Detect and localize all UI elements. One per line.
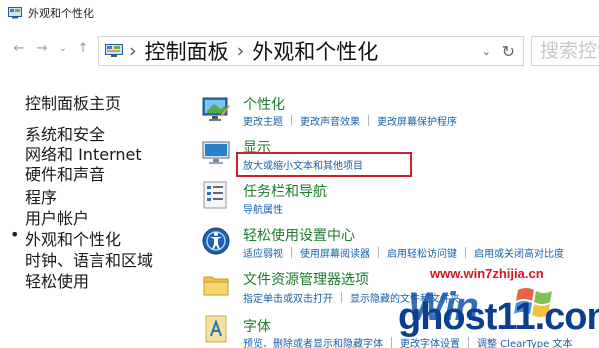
link-change-screensaver[interactable]: 更改屏幕保护程序 xyxy=(377,113,457,128)
control-panel-icon xyxy=(105,44,123,57)
link-single-double-click[interactable]: 指定单击或双击打开 xyxy=(243,290,333,305)
address-dropdown-icon[interactable]: ⌄ xyxy=(482,45,491,58)
taskbar-links: 导航属性 xyxy=(243,201,283,216)
category-title-folder-options[interactable]: 文件资源管理器选项 xyxy=(243,269,369,289)
link-screen-reader[interactable]: 使用屏幕阅读器 xyxy=(300,245,370,260)
address-bar[interactable]: › 控制面板 › 外观和个性化 ⌄ ↻ xyxy=(98,36,524,66)
link-divider xyxy=(465,247,466,258)
breadcrumb-separator: › xyxy=(236,40,245,62)
link-preview-fonts[interactable]: 预览、删除或者显示和隐藏字体 xyxy=(243,335,383,348)
navigation-bar: ← → ⌄ ↑ › 控制面板 › 外观和个性化 ⌄ ↻ 搜索控制面板 xyxy=(0,28,599,72)
category-title-taskbar[interactable]: 任务栏和导航 xyxy=(243,181,327,201)
fonts-icon[interactable] xyxy=(201,314,231,344)
personalization-icon[interactable] xyxy=(201,95,231,125)
breadcrumb-appearance[interactable]: 外观和个性化 xyxy=(252,36,378,66)
breadcrumb-control-panel[interactable]: 控制面板 xyxy=(145,36,229,66)
nav-ease-of-access[interactable]: 轻松使用 xyxy=(25,268,205,292)
taskbar-icon[interactable] xyxy=(201,180,231,210)
link-navigation-properties[interactable]: 导航属性 xyxy=(243,201,283,216)
refresh-icon[interactable]: ↻ xyxy=(502,42,515,61)
link-divider xyxy=(341,292,342,303)
title-bar: 外观和个性化 xyxy=(0,0,599,26)
link-divider xyxy=(378,247,379,258)
personalization-links: 更改主题 更改声音效果 更改屏幕保护程序 xyxy=(243,113,457,128)
link-divider xyxy=(291,247,292,258)
link-high-contrast[interactable]: 启用或关闭高对比度 xyxy=(474,245,564,260)
back-arrow-icon[interactable]: ← xyxy=(12,42,26,56)
ease-of-access-links: 适应弱视 使用屏幕阅读器 启用轻松访问键 启用或关闭高对比度 xyxy=(243,245,564,260)
up-arrow-icon[interactable]: ↑ xyxy=(76,42,90,56)
breadcrumb-separator: › xyxy=(129,40,137,62)
category-title-ease-of-access[interactable]: 轻松使用设置中心 xyxy=(243,225,355,245)
link-change-theme[interactable]: 更改主题 xyxy=(243,113,283,128)
nav-control-panel-home[interactable]: 控制面板主页 xyxy=(25,90,205,114)
link-change-sounds[interactable]: 更改声音效果 xyxy=(300,113,360,128)
forward-arrow-icon[interactable]: → xyxy=(35,42,49,56)
link-divider xyxy=(368,115,369,126)
link-divider xyxy=(391,337,392,348)
folder-options-icon[interactable] xyxy=(201,270,231,300)
link-divider xyxy=(291,115,292,126)
link-sticky-keys[interactable]: 启用轻松访问键 xyxy=(387,245,457,260)
watermark-site: ghost11.com xyxy=(398,296,599,338)
category-title-personalization[interactable]: 个性化 xyxy=(243,94,285,114)
category-title-fonts[interactable]: 字体 xyxy=(243,316,271,336)
watermark-url: www.win7zhijia.cn xyxy=(430,266,544,281)
nav-hardware-sound[interactable]: 硬件和声音 xyxy=(25,161,205,185)
ease-of-access-icon[interactable] xyxy=(201,226,231,256)
link-low-vision[interactable]: 适应弱视 xyxy=(243,245,283,260)
window-title: 外观和个性化 xyxy=(28,7,94,20)
search-input[interactable]: 搜索控制面板 xyxy=(531,36,599,66)
highlight-box xyxy=(236,152,412,177)
control-panel-app-icon xyxy=(8,7,22,19)
display-icon[interactable] xyxy=(201,138,231,168)
recent-locations-chevron-icon[interactable]: ⌄ xyxy=(56,42,70,56)
